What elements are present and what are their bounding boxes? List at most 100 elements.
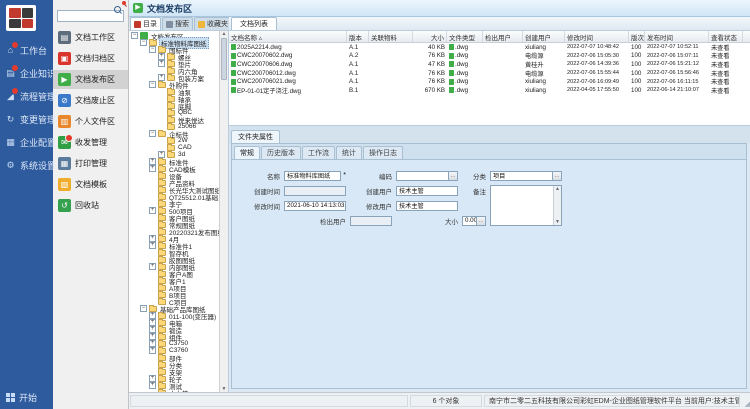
tree-expander[interactable]: + xyxy=(149,158,156,165)
tree-expander[interactable]: − xyxy=(149,46,156,53)
properties-sub-tab-4[interactable]: 统计 xyxy=(336,146,362,159)
tree-expander[interactable]: + xyxy=(149,326,156,333)
sidebar-item-1[interactable]: ⌂工作台 xyxy=(0,39,53,62)
size-field[interactable]: 0.00 MB… xyxy=(462,216,486,226)
code-browse-button[interactable]: … xyxy=(448,172,457,180)
tree-expander[interactable]: + xyxy=(158,151,165,158)
workspace-item-6[interactable]: ✉收发管理 xyxy=(53,133,128,152)
workspace-item-7[interactable]: ▦打印管理 xyxy=(53,154,128,173)
scroll-up-icon[interactable]: ▲ xyxy=(222,31,227,37)
tree-expander[interactable]: + xyxy=(149,263,156,270)
tree-expander[interactable]: + xyxy=(149,242,156,249)
tree-expander[interactable]: + xyxy=(149,165,156,172)
tree-node[interactable]: 底脚 xyxy=(129,102,219,109)
column-header[interactable]: 版次 xyxy=(629,31,645,42)
column-header[interactable]: 文档名称 ▵ xyxy=(229,31,347,42)
tree-expander[interactable]: + xyxy=(149,333,156,340)
tree-expander[interactable]: − xyxy=(131,32,138,39)
tree-node[interactable]: +垫片 xyxy=(129,60,219,67)
tree-node[interactable]: 25066 xyxy=(129,123,219,130)
column-header[interactable]: 修改时间 xyxy=(565,31,629,42)
table-row[interactable]: CWC200706021.dwgA.176 KB.dwgxiuliang2022… xyxy=(229,77,750,86)
sidebar-item-4[interactable]: ↻变更管理 xyxy=(0,108,53,131)
workspace-item-4[interactable]: ⊘文档废止区 xyxy=(53,91,128,110)
size-browse-button[interactable]: … xyxy=(476,217,485,225)
start-button[interactable]: 开始 xyxy=(0,386,53,409)
properties-sub-tab-3[interactable]: 工作流 xyxy=(302,146,335,159)
table-row[interactable]: CWC20070602.dwgA.276 KB.dwg电缆源2022-07-06… xyxy=(229,52,750,61)
column-header[interactable]: 文件类型 xyxy=(447,31,483,42)
column-header[interactable]: 版本 xyxy=(347,31,369,42)
tree-indent xyxy=(149,291,156,298)
workspace-item-2[interactable]: ▣文档归档区 xyxy=(53,49,128,68)
sidebar-item-5[interactable]: ▦企业配置 xyxy=(0,131,53,154)
tree-expander[interactable]: − xyxy=(140,305,147,312)
tree-expander[interactable]: + xyxy=(149,207,156,214)
table-row[interactable]: CWC20070606.dwgA.147 KB.dwg黄桂升2022-07-06… xyxy=(229,60,750,69)
tree-node[interactable]: +包装方案 xyxy=(129,74,219,81)
tree-expander[interactable]: + xyxy=(149,375,156,382)
tree-scrollbar[interactable]: ▲ ▼ xyxy=(219,31,228,392)
tree-expander[interactable]: − xyxy=(149,130,156,137)
tree-node[interactable]: +3d xyxy=(129,151,219,158)
table-row[interactable]: EP-01-01定子浇注.dwgB.1670 KB.dwgxiuliang202… xyxy=(229,86,750,95)
column-header[interactable]: 检出用户 xyxy=(483,31,523,42)
tree-node-label: CAD xyxy=(177,144,193,151)
tree-node[interactable]: +螺丝 xyxy=(129,53,219,60)
workspace-item-8[interactable]: ▧文档模板 xyxy=(53,175,128,194)
table-row[interactable]: 2025A2214.dwgA.140 KB.dwgxiuliang2022-07… xyxy=(229,43,750,52)
tree-node[interactable]: 内六角 xyxy=(129,67,219,74)
tree-node[interactable]: −外购件 xyxy=(129,81,219,88)
tree-expander[interactable]: + xyxy=(158,60,165,67)
remark-scrollbar[interactable]: ▲▼ xyxy=(553,186,561,225)
tree-node[interactable]: 悦来悦达 xyxy=(129,116,219,123)
column-header[interactable]: 创建用户 xyxy=(523,31,565,42)
tree-node[interactable]: 2W xyxy=(129,137,219,144)
tree-expander[interactable]: + xyxy=(149,319,156,326)
tree-expander[interactable]: + xyxy=(149,235,156,242)
column-header[interactable]: 查看状态 xyxy=(709,31,743,42)
search-icon[interactable] xyxy=(114,6,121,13)
tab-folder-properties[interactable]: 文件夹属性 xyxy=(231,130,280,143)
workspace-item-5[interactable]: ▥个人文件区 xyxy=(53,112,128,131)
column-header[interactable]: 发布时间 xyxy=(645,31,709,42)
tree-expander[interactable]: + xyxy=(158,74,165,81)
code-field[interactable]: … xyxy=(396,171,458,181)
tree-expander[interactable]: + xyxy=(149,312,156,319)
category-field[interactable]: 项目… xyxy=(490,171,562,181)
primary-sidebar: ⌂工作台▤企业知识库◢流程管理↻变更管理▦企业配置⚙系统设置 开始 xyxy=(0,0,53,409)
workspace-item-1[interactable]: ▤文档工作区 xyxy=(53,28,128,47)
sidebar-item-2[interactable]: ▤企业知识库 xyxy=(0,62,53,85)
scroll-thumb[interactable] xyxy=(221,38,227,80)
tree-expander[interactable]: + xyxy=(149,347,156,354)
tree-tab-2[interactable]: 搜索 xyxy=(162,17,193,30)
tree-node[interactable]: +C3750 xyxy=(129,340,219,347)
tree-expander[interactable]: + xyxy=(149,340,156,347)
category-browse-button[interactable]: … xyxy=(552,172,561,180)
tree-expander[interactable]: + xyxy=(149,382,156,389)
tree-node[interactable]: +组件 xyxy=(129,333,219,340)
column-header[interactable]: 大小 xyxy=(413,31,447,42)
tree-node[interactable]: 轴承 xyxy=(129,95,219,102)
tree-node[interactable]: CAD xyxy=(129,144,219,151)
tree-expander[interactable]: − xyxy=(140,39,147,46)
tree-expander[interactable]: − xyxy=(149,81,156,88)
workspace-item-9[interactable]: ↺回收站 xyxy=(53,196,128,215)
sidebar-item-6[interactable]: ⚙系统设置 xyxy=(0,154,53,177)
tree-node[interactable]: QBC xyxy=(129,109,219,116)
remark-field[interactable]: ▲▼ xyxy=(490,185,562,226)
tree-expander[interactable]: + xyxy=(158,53,165,60)
tree-tab-3[interactable]: 收藏夹 xyxy=(194,17,232,30)
table-row[interactable]: CWC200706012.dwgA.176 KB.dwg电缆源2022-07-0… xyxy=(229,69,750,78)
properties-sub-tab-5[interactable]: 操作日志 xyxy=(363,146,403,159)
properties-sub-tab-2[interactable]: 历史版本 xyxy=(261,146,301,159)
workspace-item-3[interactable]: ▶文档发布区 xyxy=(53,70,128,89)
name-field[interactable]: 标准物料库图纸 xyxy=(284,171,341,181)
tab-doc-list[interactable]: 文档列表 xyxy=(231,17,277,30)
properties-sub-tab-1[interactable]: 常规 xyxy=(234,146,260,159)
sidebar-item-3[interactable]: ◢流程管理 xyxy=(0,85,53,108)
tree-node[interactable]: −企标件 xyxy=(129,130,219,137)
column-header[interactable]: 关联物料 xyxy=(369,31,413,42)
tree-node[interactable]: 油泵 xyxy=(129,88,219,95)
tree-tab-1[interactable]: 目录 xyxy=(130,17,161,30)
